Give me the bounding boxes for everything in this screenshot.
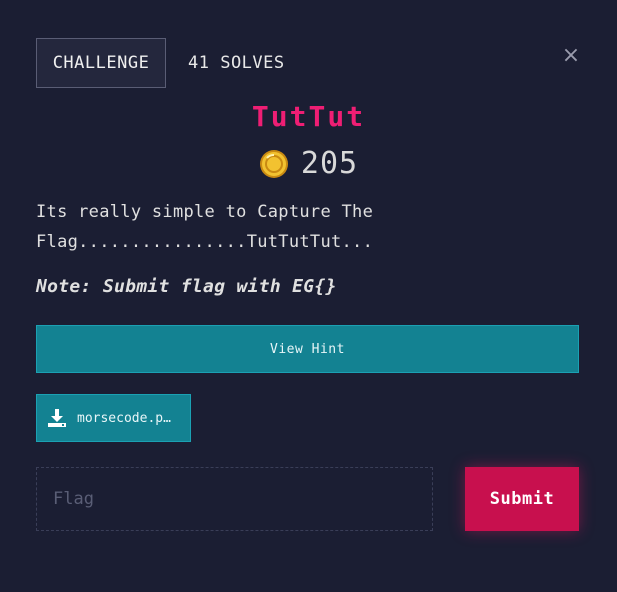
coin-icon (259, 149, 288, 178)
points-row: 205 (0, 146, 617, 181)
submit-button[interactable]: Submit (465, 467, 579, 531)
tab-solves[interactable]: 41 SOLVES (188, 38, 285, 88)
challenge-modal: CHALLENGE 41 SOLVES × TutTut 205 Its rea… (0, 0, 617, 592)
challenge-description: Its really simple to Capture The Flag...… (36, 202, 374, 252)
view-hint-button[interactable]: View Hint (36, 325, 579, 373)
file-name-label: morsecode.p… (77, 410, 171, 426)
challenge-note: Note: Submit flag with EG{} (36, 276, 337, 297)
tab-challenge-label: CHALLENGE (52, 53, 150, 73)
close-icon: × (561, 42, 581, 68)
tab-challenge[interactable]: CHALLENGE (36, 38, 166, 88)
submit-label: Submit (489, 489, 555, 509)
challenge-title: TutTut (251, 100, 366, 133)
flag-input[interactable] (36, 467, 433, 531)
tab-solves-label: 41 SOLVES (188, 53, 285, 73)
view-hint-label: View Hint (270, 341, 345, 357)
close-button[interactable]: × (560, 42, 582, 68)
challenge-points: 205 (300, 146, 359, 181)
download-icon (48, 409, 66, 427)
download-file-button[interactable]: morsecode.p… (36, 394, 191, 442)
